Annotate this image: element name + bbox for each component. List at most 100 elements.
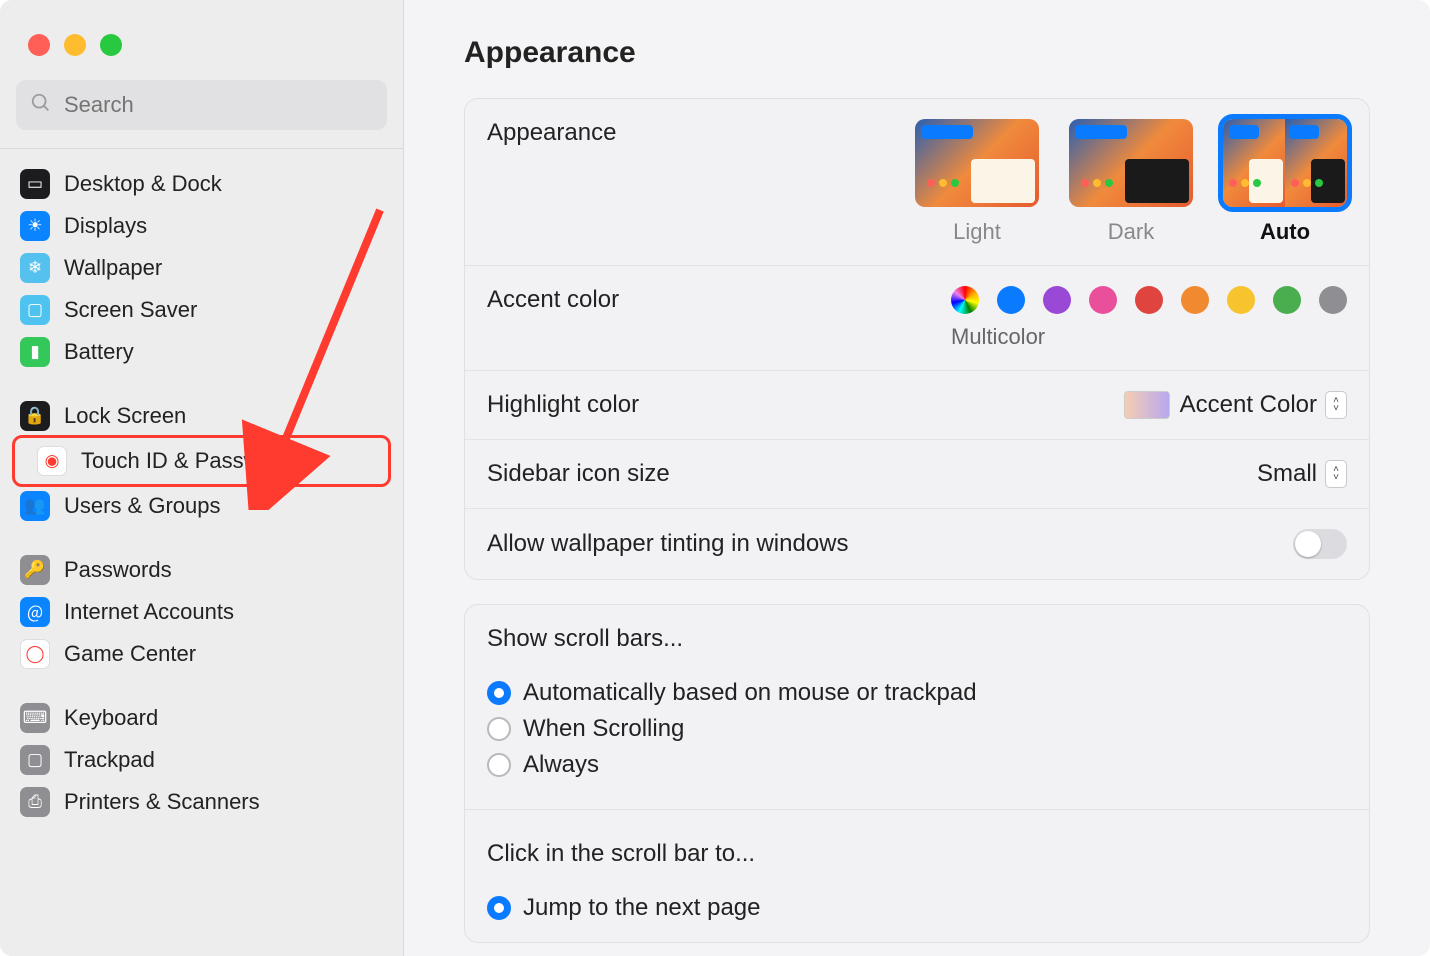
divider [465,809,1369,810]
scroll-panel: Show scroll bars... Automatically based … [464,604,1370,943]
sidebar-item-label: Displays [64,213,147,239]
appearance-option-dark[interactable]: Dark [1069,119,1193,245]
battery-icon: ▮ [20,337,50,367]
sidebar-item-desktop-dock[interactable]: ▭ Desktop & Dock [8,163,395,205]
accent-swatch-multicolor[interactable] [951,286,979,314]
radio-label: Always [523,751,599,779]
row-wallpaper-tint: Allow wallpaper tinting in windows [465,509,1369,579]
appearance-option-label: Light [953,219,1001,245]
accent-swatches [951,286,1347,314]
accent-swatch-0a7aff[interactable] [997,286,1025,314]
sidebar-item-internet-accounts[interactable]: ＠ Internet Accounts [8,591,395,633]
accent-swatch-e94f9a[interactable] [1089,286,1117,314]
internet-accounts-icon: ＠ [20,597,50,627]
search-field[interactable] [16,80,387,130]
click-scroll-heading: Click in the scroll bar to... [487,840,1347,868]
row-scroll-bars: Show scroll bars... Automatically based … [465,605,1369,942]
radio-button-icon [487,717,511,741]
sidebar: ▭ Desktop & Dock ☀ Displays ❄Wallpaper▢Scree… [0,0,404,956]
desktop-dock-icon: ▭ [20,169,50,199]
search-container [0,80,403,140]
passwords-icon: 🔑 [20,555,50,585]
page-title: Appearance [464,36,1370,70]
search-input[interactable] [64,92,373,118]
row-sidebar-icon-size: Sidebar icon size Small ˄˅ [465,440,1369,509]
lock-screen-icon: 🔒 [20,401,50,431]
row-label: Appearance [487,119,915,147]
scroll-option[interactable]: Always [487,751,1347,779]
sidebar-item-touch-id-password[interactable]: ◉Touch ID & Password [25,440,378,482]
icon-size-control[interactable]: Small ˄˅ [1257,460,1347,488]
sidebar-item-users-groups[interactable]: 👥Users & Groups [8,485,395,527]
system-settings-window: ▭ Desktop & Dock ☀ Displays ❄Wallpaper▢Scree… [0,0,1430,956]
sidebar-item-lock-screen[interactable]: 🔒 Lock Screen [8,395,395,437]
sidebar-item-displays[interactable]: ☀ Displays [8,205,395,247]
click-scroll-option[interactable]: Jump to the next page [487,894,1347,922]
row-label: Highlight color [487,391,1124,419]
accent-swatch-9a48d6[interactable] [1043,286,1071,314]
radio-label: When Scrolling [523,715,684,743]
sidebar-nav: ▭ Desktop & Dock ☀ Displays ❄Wallpaper▢Scree… [0,159,403,827]
sidebar-item-wallpaper[interactable]: ❄Wallpaper [8,247,395,289]
row-label: Allow wallpaper tinting in windows [487,530,1293,558]
appearance-panel: Appearance Light Dark Auto Accent color Mu… [464,98,1370,580]
row-label: Sidebar icon size [487,460,1257,488]
icon-size-value: Small [1257,460,1317,488]
highlight-control[interactable]: Accent Color ˄˅ [1124,391,1347,419]
sidebar-item-label: Passwords [64,557,172,583]
accent-swatch-4aae4f[interactable] [1273,286,1301,314]
dropdown-stepper-icon[interactable]: ˄˅ [1325,391,1347,419]
close-icon[interactable] [28,34,50,56]
minimize-icon[interactable] [64,34,86,56]
sidebar-item-label: Lock Screen [64,403,186,429]
sidebar-item-label: Battery [64,339,134,365]
sidebar-item-label: Game Center [64,641,196,667]
search-icon [30,92,52,119]
accent-swatch-f7c32e[interactable] [1227,286,1255,314]
dropdown-stepper-icon[interactable]: ˄˅ [1325,460,1347,488]
sidebar-item-trackpad[interactable]: ▢ Trackpad [8,739,395,781]
click-scroll-radio-group: Jump to the next page [487,894,1347,922]
sidebar-item-printers-scanners[interactable]: ⎙Printers & Scanners [8,781,395,823]
sidebar-item-label: Internet Accounts [64,599,234,625]
highlight-swatch-icon [1124,391,1170,419]
appearance-thumb-light [915,119,1039,207]
scroll-option[interactable]: Automatically based on mouse or trackpad [487,679,1347,707]
sidebar-item-passwords[interactable]: 🔑 Passwords [8,549,395,591]
sidebar-item-label: Desktop & Dock [64,171,222,197]
appearance-option-light[interactable]: Light [915,119,1039,245]
screen-saver-icon: ▢ [20,295,50,325]
game-center-icon: ◯ [20,639,50,669]
accent-swatch-f0892f[interactable] [1181,286,1209,314]
maximize-icon[interactable] [100,34,122,56]
window-controls [0,20,403,80]
main-content: Appearance Appearance Light Dark Auto Acce… [404,0,1430,956]
appearance-option-auto[interactable]: Auto [1223,119,1347,245]
radio-button-icon [487,896,511,920]
highlight-value: Accent Color [1180,391,1317,419]
accent-selected-label: Multicolor [951,324,1045,350]
trackpad-icon: ▢ [20,745,50,775]
sidebar-item-label: Users & Groups [64,493,221,519]
scroll-option[interactable]: When Scrolling [487,715,1347,743]
sidebar-item-label: Keyboard [64,705,158,731]
printers-scanners-icon: ⎙ [20,787,50,817]
displays-icon: ☀ [20,211,50,241]
appearance-option-label: Dark [1108,219,1154,245]
sidebar-item-screen-saver[interactable]: ▢Screen Saver [8,289,395,331]
sidebar-item-label: Trackpad [64,747,155,773]
row-highlight-color: Highlight color Accent Color ˄˅ [465,371,1369,440]
sidebar-item-keyboard[interactable]: ⌨Keyboard [8,697,395,739]
sidebar-item-battery[interactable]: ▮ Battery [8,331,395,373]
radio-button-icon [487,681,511,705]
accent-swatch-8e8e93[interactable] [1319,286,1347,314]
row-accent-color: Accent color Multicolor [465,266,1369,371]
radio-label: Jump to the next page [523,894,761,922]
divider [0,148,403,149]
sidebar-item-label: Wallpaper [64,255,162,281]
appearance-thumb-dark [1069,119,1193,207]
toggle-knob-icon [1295,531,1321,557]
sidebar-item-game-center[interactable]: ◯ Game Center [8,633,395,675]
accent-swatch-e0443e[interactable] [1135,286,1163,314]
tint-toggle[interactable] [1293,529,1347,559]
